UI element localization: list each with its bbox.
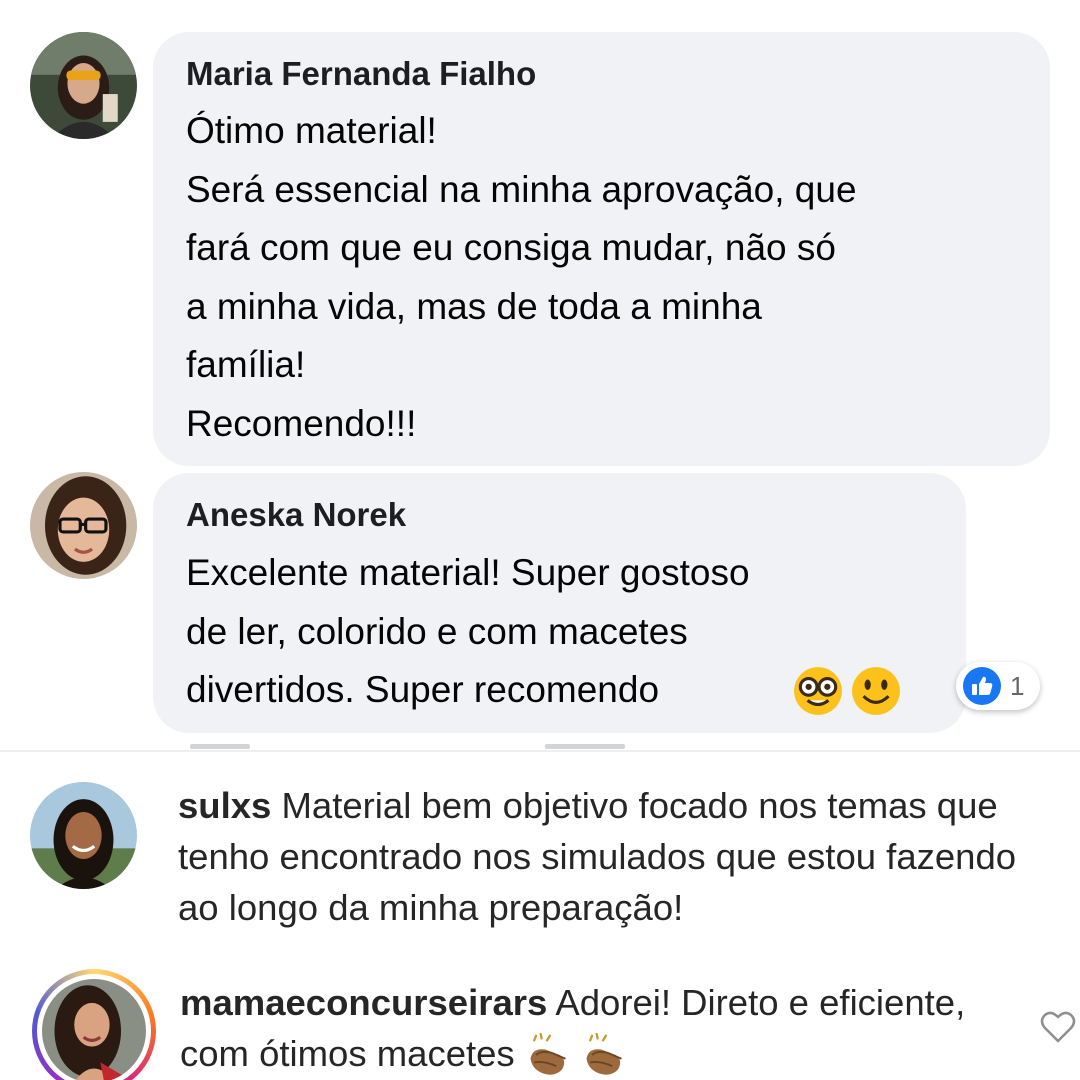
avatar[interactable] <box>42 979 146 1080</box>
comment-author[interactable]: Maria Fernanda Fialho <box>186 55 536 93</box>
reaction-count: 1 <box>1010 670 1025 701</box>
section-divider <box>0 750 1080 752</box>
comment-username[interactable]: sulxs <box>178 785 271 826</box>
comment-text: sulxs Material bem objetivo focado nos t… <box>178 780 1058 933</box>
facebook-comments-section: Maria Fernanda Fialho Ótimo material! Se… <box>0 0 1080 750</box>
smiling-face-emoji <box>852 667 900 715</box>
clapping-hands-emoji <box>530 1033 566 1076</box>
reaction-badge[interactable]: 1 <box>956 662 1040 710</box>
avatar-photo-icon <box>30 782 137 889</box>
avatar-photo-icon <box>42 979 146 1080</box>
like-icon <box>963 667 1001 705</box>
avatar[interactable] <box>30 32 137 139</box>
comment-author[interactable]: Aneska Norek <box>186 496 406 534</box>
comment-username[interactable]: mamaeconcurseirars <box>180 982 547 1023</box>
comment-text: Ótimo material! Será essencial na minha … <box>186 110 857 444</box>
comment-text: mamaeconcurseirars Adorei! Direto e efic… <box>180 977 1010 1079</box>
avatar-photo-icon <box>30 32 137 139</box>
cropped-action-row <box>545 744 625 749</box>
nerd-face-emoji <box>794 667 842 715</box>
comment-body: Material bem objetivo focado nos temas q… <box>178 785 1017 928</box>
cropped-action-row <box>190 744 250 749</box>
avatar[interactable] <box>30 782 137 889</box>
avatar-photo-icon <box>30 472 137 579</box>
heart-icon[interactable] <box>1040 1010 1076 1044</box>
avatar[interactable] <box>30 472 137 579</box>
clapping-hands-emoji <box>586 1033 622 1076</box>
